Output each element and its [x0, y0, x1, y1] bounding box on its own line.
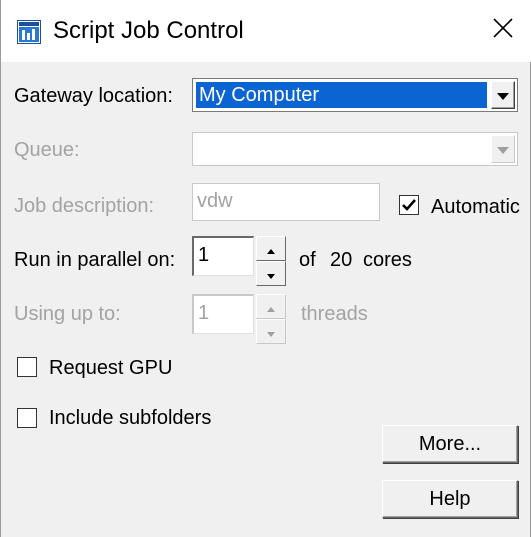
arrow-up-icon: [267, 237, 275, 260]
app-window-icon: [17, 20, 41, 44]
script-job-control-dialog: Script Job Control Gateway location: My …: [0, 0, 531, 537]
arrow-up-icon: [267, 295, 275, 318]
parallel-cores-input[interactable]: 1: [192, 236, 254, 276]
threads-input[interactable]: 1: [192, 294, 254, 334]
arrow-down-icon: [267, 320, 275, 343]
cores-label: cores: [363, 249, 412, 271]
title-bar: Script Job Control: [1, 0, 531, 62]
spin-down-button[interactable]: [256, 319, 286, 344]
threads-label: threads: [301, 303, 368, 325]
request-gpu-label: Request GPU: [49, 357, 173, 379]
checkmark-icon: [402, 199, 416, 211]
queue-label: Queue:: [14, 139, 80, 161]
gateway-location-value: My Computer: [196, 82, 487, 108]
job-description-label: Job description:: [14, 195, 155, 217]
threads-spinner[interactable]: [256, 294, 286, 344]
run-in-parallel-label: Run in parallel on:: [14, 249, 176, 271]
gateway-location-select[interactable]: My Computer: [192, 78, 518, 112]
arrow-down-icon: [267, 262, 275, 285]
dialog-content: Gateway location: My Computer Queue: Job…: [1, 62, 531, 537]
queue-dropdown-button[interactable]: [491, 135, 515, 163]
request-gpu-checkbox[interactable]: [17, 357, 37, 377]
job-description-input[interactable]: vdw: [192, 183, 380, 221]
include-subfolders-checkbox[interactable]: [17, 408, 37, 428]
help-button[interactable]: Help: [382, 480, 518, 518]
spin-up-button[interactable]: [256, 294, 286, 319]
queue-select[interactable]: [192, 132, 518, 166]
automatic-label: Automatic: [431, 196, 520, 218]
close-icon: [493, 18, 513, 44]
include-subfolders-label: Include subfolders: [49, 407, 212, 429]
window-title: Script Job Control: [53, 17, 244, 44]
using-up-to-label: Using up to:: [14, 303, 121, 325]
spin-up-button[interactable]: [256, 236, 286, 261]
automatic-checkbox[interactable]: [399, 195, 419, 215]
gateway-dropdown-button[interactable]: [491, 81, 515, 109]
spin-down-button[interactable]: [256, 261, 286, 286]
more-button[interactable]: More...: [382, 425, 518, 463]
chevron-down-icon: [497, 138, 509, 161]
parallel-cores-spinner[interactable]: [256, 236, 286, 286]
chevron-down-icon: [497, 84, 509, 107]
cores-count: 20: [330, 249, 353, 271]
gateway-location-label: Gateway location:: [14, 85, 173, 107]
of-label: of: [299, 249, 316, 271]
close-button[interactable]: [474, 0, 531, 62]
